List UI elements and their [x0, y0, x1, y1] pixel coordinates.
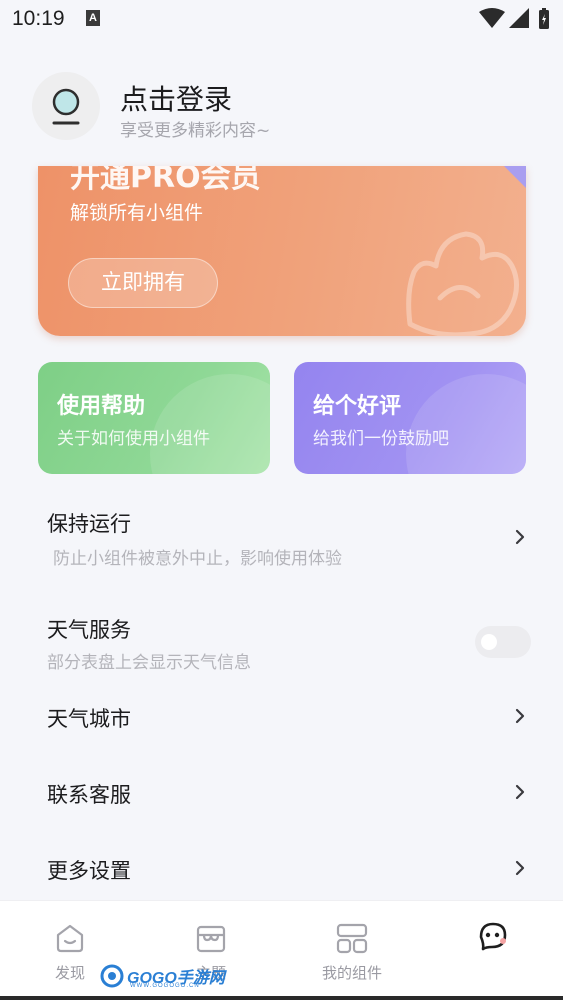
nav-my-widgets[interactable]: 我的组件	[282, 901, 422, 1000]
weather-service-title: 天气服务	[47, 618, 131, 642]
login-title[interactable]: 点击登录	[120, 78, 232, 118]
weather-service-toggle[interactable]	[475, 626, 531, 658]
signal-icon	[509, 8, 529, 28]
more-settings-title: 更多设置	[47, 859, 131, 883]
setting-more-settings[interactable]: 更多设置	[0, 838, 563, 898]
avatar-user-icon	[52, 88, 80, 125]
chevron-right-icon	[515, 529, 525, 545]
keep-running-title: 保持运行	[47, 512, 131, 536]
system-gesture-bar	[0, 996, 563, 1000]
rate-card-title: 给个好评	[313, 394, 402, 419]
help-card-subtitle: 关于如何使用小组件	[57, 429, 210, 449]
notification-a-icon: A	[86, 10, 100, 26]
chevron-right-icon	[515, 860, 525, 876]
crown-decoration-icon	[406, 231, 519, 336]
status-bar: 10:19 A	[0, 0, 563, 40]
help-card[interactable]: 使用帮助 关于如何使用小组件	[38, 362, 270, 474]
status-time: 10:19	[12, 7, 65, 30]
pro-banner-title: 开通PRO会员	[70, 166, 261, 195]
nav-profile[interactable]	[423, 901, 563, 1000]
avatar[interactable]	[32, 72, 100, 140]
setting-contact-support[interactable]: 联系客服	[0, 762, 563, 822]
nav-my-widgets-label: 我的组件	[321, 964, 382, 982]
contact-support-title: 联系客服	[47, 783, 131, 807]
discover-icon	[56, 924, 84, 953]
rate-card-subtitle: 给我们一份鼓励吧	[313, 429, 449, 449]
pro-banner-subtitle: 解锁所有小组件	[70, 202, 204, 224]
setting-weather-service: 天气服务 部分表盘上会显示天气信息	[0, 606, 563, 673]
profile-header[interactable]: 点击登录 享受更多精彩内容~	[32, 72, 532, 142]
rate-card[interactable]: 给个好评 给我们一份鼓励吧	[294, 362, 526, 474]
widgets-icon	[336, 923, 368, 954]
weather-service-subtitle: 部分表盘上会显示天气信息	[47, 653, 251, 673]
setting-keep-running[interactable]: 保持运行 防止小组件被意外中止，影响使用体验	[0, 500, 563, 569]
battery-icon	[539, 8, 549, 29]
login-subtitle: 享受更多精彩内容~	[120, 121, 271, 141]
status-icons	[479, 8, 549, 29]
watermark-url: WWW.GOGOGO.CN	[130, 983, 200, 989]
banner-corner-accent	[504, 166, 526, 188]
setting-weather-city[interactable]: 天气城市	[0, 686, 563, 746]
pro-membership-banner[interactable]: 开通PRO会员 解锁所有小组件 立即拥有	[38, 166, 526, 336]
get-pro-button[interactable]: 立即拥有	[68, 258, 218, 308]
weather-city-title: 天气城市	[47, 707, 131, 731]
help-card-title: 使用帮助	[57, 394, 146, 419]
keep-running-subtitle: 防止小组件被意外中止，影响使用体验	[53, 549, 342, 569]
store-icon	[196, 925, 226, 953]
chevron-right-icon	[515, 784, 525, 800]
wifi-icon	[479, 8, 505, 28]
gogo-logo-icon	[100, 964, 124, 988]
bottom-nav: 发现 主题 我的组件	[0, 900, 563, 1000]
chevron-right-icon	[515, 708, 525, 724]
toggle-knob	[481, 634, 497, 650]
gogo-watermark-logo: GOGO手游网 WWW.GOGOGO.CN	[100, 962, 225, 992]
profile-face-icon	[479, 922, 507, 951]
